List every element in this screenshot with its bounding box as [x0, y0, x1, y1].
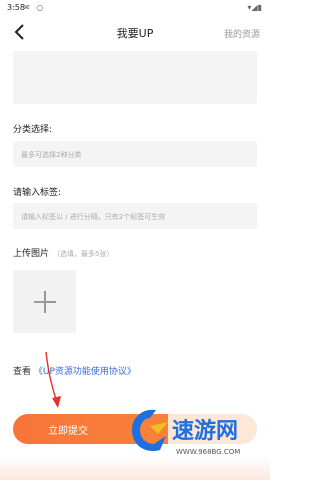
upload-label: 上传图片: [13, 249, 50, 259]
my-resources-link[interactable]: 我的资源: [224, 27, 260, 40]
submit-label: 立即提交: [48, 426, 88, 437]
upload-label-row: 上传图片 （选填，最多5张）: [13, 246, 113, 259]
agreement-row: 查看 《UP资源功能使用协议》: [13, 364, 136, 377]
svg-text:速游网: 速游网: [172, 418, 238, 444]
red-arrow-annotation: [45, 351, 61, 408]
description-textarea[interactable]: [13, 51, 257, 104]
agreement-prefix: 查看: [13, 367, 32, 377]
svg-text:WWW.968BG.COM: WWW.968BG.COM: [176, 448, 240, 456]
tag-label: 请输入标签:: [13, 188, 62, 198]
app-header: 我要UP 我的资源: [0, 18, 270, 48]
watermark-logo: 速游网 WWW.968BG.COM: [132, 409, 262, 456]
category-label: 分类选择:: [13, 125, 53, 135]
tag-placeholder: 请输入标签以 / 进行分隔，只有2个标签可生效: [21, 213, 166, 221]
status-bar: 3:58 ✉ ○ ▾◢▮: [0, 0, 270, 16]
status-notification-icons: ✉ ○: [23, 3, 46, 12]
tag-input[interactable]: 请输入标签以 / 进行分隔，只有2个标签可生效: [13, 203, 257, 229]
category-select[interactable]: 最多可选择2种分类: [13, 141, 257, 167]
status-system-icons: ▾◢▮: [247, 3, 262, 12]
upload-image-button[interactable]: [13, 270, 76, 333]
upload-hint: （选填，最多5张）: [53, 250, 114, 258]
category-placeholder: 最多可选择2种分类: [21, 151, 82, 159]
